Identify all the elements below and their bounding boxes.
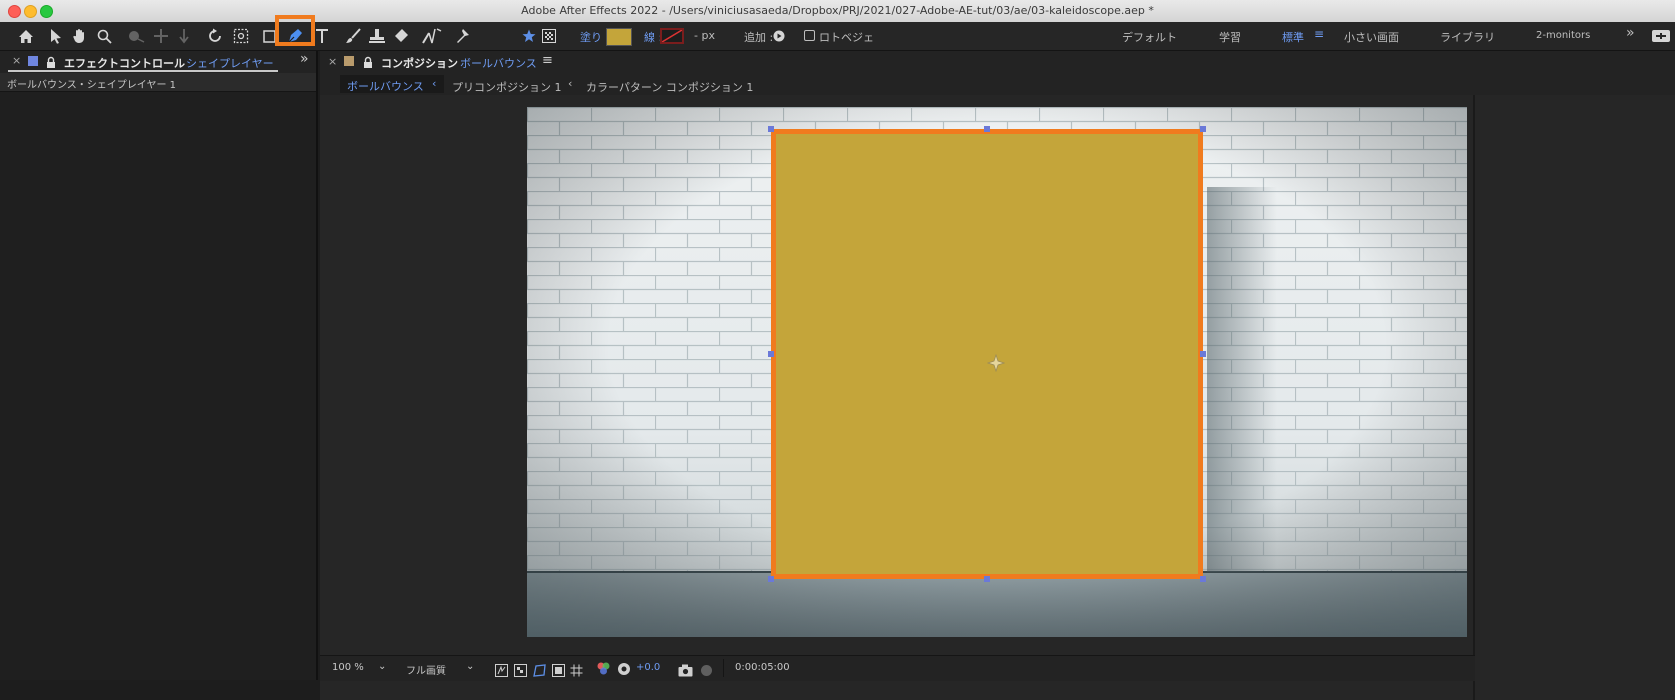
breadcrumb-active[interactable]: ボールバウンス ‹ — [340, 75, 444, 93]
transparency-grid-icon[interactable] — [514, 662, 527, 681]
panel-color-swatch — [28, 56, 38, 66]
bounding-box-handle[interactable] — [768, 126, 774, 132]
comp-color-swatch — [344, 56, 354, 66]
bounding-box-handle[interactable] — [1200, 126, 1206, 132]
exposure-value[interactable]: +0.0 — [636, 662, 660, 673]
active-tab-underline — [8, 70, 278, 72]
selection-tool-icon[interactable] — [48, 27, 64, 45]
type-tool-icon[interactable] — [314, 27, 330, 45]
zoom-level-dropdown[interactable]: 100 % — [332, 662, 364, 673]
chevron-down-icon[interactable]: ⌄ — [378, 661, 386, 672]
channel-icon[interactable] — [596, 661, 611, 680]
roto-brush-tool-icon[interactable] — [420, 27, 444, 45]
puppet-pin-tool-icon[interactable] — [452, 27, 474, 45]
fast-preview-icon[interactable] — [495, 662, 508, 681]
breadcrumb-separator-icon: ‹ — [568, 77, 573, 90]
effect-controls-panel: × エフェクトコントロール シェイプレイヤー 1 » ボールバウンス・シェイプレ… — [0, 51, 318, 680]
workspace-menu-icon[interactable]: ≡ — [1314, 27, 1324, 41]
clone-stamp-tool-icon[interactable] — [367, 27, 387, 45]
rotation-tool-icon[interactable] — [206, 27, 224, 45]
fill-label[interactable]: 塗り : — [580, 29, 609, 45]
panel-overflow-icon[interactable]: » — [300, 51, 309, 67]
hand-tool-icon[interactable] — [70, 27, 88, 45]
add-dropdown-icon[interactable] — [772, 29, 786, 43]
bounding-box-handle[interactable] — [1200, 576, 1206, 582]
breadcrumb-item-ball-bounce[interactable]: ボールバウンス — [347, 78, 424, 94]
pan-camera-tool-icon[interactable] — [152, 27, 170, 45]
viewer-side-area — [1473, 95, 1675, 700]
close-panel-icon[interactable]: × — [12, 54, 21, 67]
stroke-width-value[interactable]: - px — [694, 29, 715, 42]
shape-mode-icon[interactable] — [541, 27, 557, 45]
brush-tool-icon[interactable] — [344, 27, 362, 45]
rotobezier-label[interactable]: ロトベジェ — [819, 29, 874, 45]
bounding-box-handle[interactable] — [768, 576, 774, 582]
workspace-libraries[interactable]: ライブラリ — [1440, 29, 1495, 45]
region-of-interest-icon[interactable] — [552, 662, 565, 681]
effect-controls-subtitle: ボールバウンス・シェイプレイヤー 1 — [7, 80, 177, 91]
grid-guides-icon[interactable] — [570, 662, 583, 681]
zoom-tool-icon[interactable] — [95, 27, 113, 45]
resolution-dropdown[interactable]: フル画質 — [406, 662, 446, 677]
anchor-point-icon[interactable] — [986, 353, 1006, 376]
viewer-controls-bar: 100 % ⌄ フル画質 ⌄ +0.0 0:00:05:00 — [320, 655, 1475, 681]
breadcrumb-item-precomp[interactable]: プリコンポジション 1 — [452, 79, 562, 95]
window-title: Adobe After Effects 2022 - /Users/vinici… — [521, 4, 1154, 17]
anchor-point-tool-icon[interactable] — [232, 27, 250, 45]
workspace-default[interactable]: デフォルト — [1122, 29, 1177, 45]
workspace-overflow-icon[interactable]: » — [1626, 25, 1635, 41]
composition-title: コンポジション — [381, 57, 458, 70]
dolly-camera-tool-icon[interactable] — [176, 27, 192, 45]
effect-controls-layer-name: シェイプレイヤー 1 — [186, 57, 278, 70]
fill-color-swatch[interactable] — [606, 28, 632, 46]
breadcrumb-item-color-pattern[interactable]: カラーパターン コンポジション 1 — [586, 79, 753, 95]
breadcrumb-separator-icon: ‹ — [432, 77, 437, 90]
chevron-down-icon[interactable]: ⌄ — [466, 661, 474, 672]
workspace-small-screen[interactable]: 小さい画面 — [1344, 29, 1399, 45]
composition-viewer[interactable] — [320, 95, 1473, 700]
comp-panel-menu-icon[interactable]: ≡ — [542, 53, 553, 68]
rectangle-tool-icon[interactable] — [262, 27, 276, 45]
shape-fill-toggle-icon[interactable] — [521, 27, 537, 45]
effect-controls-header: ボールバウンス・シェイプレイヤー 1 — [0, 73, 316, 92]
tools-toolbar: 塗り : 線 : - px 追加 : ロトベジェ デフォルト 学習 標準 ≡ 小… — [0, 22, 1675, 51]
orbit-camera-tool-icon[interactable] — [126, 27, 146, 45]
eraser-tool-icon[interactable] — [392, 27, 410, 45]
rotobezier-checkbox[interactable] — [804, 30, 815, 41]
search-help-icon[interactable] — [1650, 27, 1672, 45]
comp-lock-icon[interactable] — [363, 54, 373, 73]
effect-controls-tab[interactable]: × エフェクトコントロール シェイプレイヤー 1 » — [0, 51, 316, 73]
composition-tab[interactable]: × コンポジション ボールバウンス ≡ — [320, 51, 1675, 73]
current-time[interactable]: 0:00:05:00 — [735, 662, 790, 673]
exposure-reset-icon[interactable] — [617, 661, 631, 680]
snapshot-camera-icon[interactable] — [678, 662, 693, 681]
stroke-color-swatch[interactable] — [660, 28, 684, 44]
breadcrumb: ボールバウンス ‹ プリコンポジション 1 ‹ カラーパターン コンポジション … — [320, 73, 1675, 95]
composition-canvas[interactable] — [527, 107, 1467, 637]
show-snapshot-icon[interactable] — [700, 662, 713, 681]
workspace-standard[interactable]: 標準 — [1282, 29, 1304, 45]
effect-controls-title: エフェクトコントロール — [64, 57, 185, 70]
title-bar: Adobe After Effects 2022 - /Users/vinici… — [0, 0, 1675, 23]
bounding-box-handle[interactable] — [984, 576, 990, 582]
bounding-box-handle[interactable] — [768, 351, 774, 357]
pen-tool-highlight — [275, 15, 315, 46]
composition-name: ボールバウンス — [460, 57, 537, 70]
home-icon[interactable] — [16, 27, 36, 45]
composition-panel: × コンポジション ボールバウンス ≡ ボールバウンス ‹ プリコンポジション … — [320, 51, 1675, 700]
bounding-box-handle[interactable] — [984, 126, 990, 132]
bounding-box-handle[interactable] — [1200, 351, 1206, 357]
close-comp-icon[interactable]: × — [328, 55, 337, 68]
add-label: 追加 : — [744, 31, 774, 44]
workspace-2-monitors[interactable]: 2-monitors — [1536, 30, 1590, 41]
mask-path-toggle-icon[interactable] — [533, 662, 546, 681]
workspace-learn[interactable]: 学習 — [1219, 29, 1241, 45]
